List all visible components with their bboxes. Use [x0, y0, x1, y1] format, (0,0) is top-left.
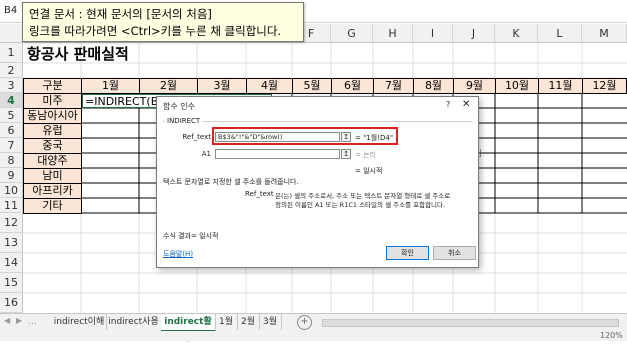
- region-cell[interactable]: 유럽: [23, 123, 82, 139]
- header-cell-month[interactable]: 4월: [246, 78, 293, 94]
- header-cell-month[interactable]: 10월: [495, 78, 539, 94]
- row-header-13[interactable]: 13: [0, 233, 23, 253]
- column-header-l[interactable]: L: [538, 24, 582, 43]
- row-header-16[interactable]: 16: [0, 293, 23, 313]
- header-cell-month[interactable]: 11월: [538, 78, 583, 94]
- header-cell-category[interactable]: 구분: [23, 78, 82, 94]
- tab-indirect-understanding[interactable]: indirect이해: [52, 314, 107, 330]
- header-cell-month[interactable]: 2월: [139, 78, 198, 94]
- column-header-k[interactable]: K: [495, 24, 538, 43]
- row-header-1[interactable]: 1: [0, 43, 23, 63]
- a1-label: A1: [201, 150, 211, 158]
- header-cell-month[interactable]: 6월: [331, 78, 374, 94]
- help-link[interactable]: 도움말(H): [163, 249, 193, 259]
- tab-month-3[interactable]: 3월: [259, 314, 282, 330]
- add-sheet-button[interactable]: +: [297, 315, 312, 330]
- header-cell-month[interactable]: 3월: [197, 78, 247, 94]
- header-cell-month[interactable]: 5월: [292, 78, 332, 94]
- tab-scroll-right-icon[interactable]: ▶: [16, 316, 22, 325]
- row-header-11[interactable]: 11: [0, 198, 23, 213]
- row-header-15[interactable]: 15: [0, 273, 23, 293]
- cancel-button[interactable]: 취소: [433, 246, 476, 260]
- region-cell[interactable]: 남미: [23, 168, 82, 184]
- zoom-level[interactable]: 120%: [600, 331, 623, 340]
- arg-help-line-2: 정의된 이름인 A1 또는 R1C1 스타일의 셀 주소를 포함합니다.: [275, 201, 446, 209]
- header-cell-month[interactable]: 8월: [413, 78, 454, 94]
- region-cell[interactable]: 기타: [23, 198, 82, 214]
- row-header-12[interactable]: 12: [0, 213, 23, 233]
- collapse-dialog-icon[interactable]: ↥: [341, 149, 351, 159]
- column-header-i[interactable]: I: [413, 24, 453, 43]
- group-box-border: [163, 121, 472, 122]
- tab-month-1[interactable]: 1월: [215, 314, 238, 330]
- column-header-h[interactable]: H: [373, 24, 413, 43]
- region-cell[interactable]: 중국: [23, 138, 82, 154]
- help-icon[interactable]: ?: [446, 100, 450, 109]
- header-cell-month[interactable]: 9월: [453, 78, 496, 94]
- row-header-6[interactable]: 6: [0, 123, 23, 138]
- tab-ellipsis-icon[interactable]: …: [28, 314, 37, 330]
- region-cell[interactable]: 미주: [23, 93, 82, 109]
- tab-scroll-left-icon[interactable]: ◀: [4, 316, 10, 325]
- row-header-8[interactable]: 8: [0, 153, 23, 168]
- header-cell-month[interactable]: 1월: [81, 78, 140, 94]
- ok-button[interactable]: 확인: [386, 246, 429, 260]
- a1-result: = 논리: [355, 151, 376, 159]
- column-header-j[interactable]: J: [453, 24, 495, 43]
- ref-text-label: Ref_text: [182, 133, 211, 141]
- highlight-box: [212, 127, 398, 145]
- arg-help-label: Ref_text: [245, 190, 274, 198]
- select-all-corner[interactable]: [0, 24, 23, 43]
- header-cell-month[interactable]: 7월: [373, 78, 414, 94]
- formula-result: 수식 결과= 일시적: [163, 232, 219, 240]
- dialog-title: 함수 인수: [163, 102, 195, 111]
- close-icon[interactable]: ✕: [462, 99, 470, 110]
- row-header-2[interactable]: 2: [0, 63, 23, 78]
- tooltip-line-1: 연결 문서 : 현재 문서의 [문서의 처음]: [29, 7, 212, 21]
- function-name: INDIRECT: [165, 117, 203, 125]
- tab-indirect-application[interactable]: indirect활용: [161, 314, 216, 343]
- function-description: 텍스트 문자열로 지정한 셀 주소를 돌려줍니다.: [163, 178, 299, 186]
- sheet-tab-bar: ◀ ▶ … indirect이해 indirect사용 indirect활용 1…: [0, 313, 627, 343]
- sheet-title: 항공사 판매실적: [27, 45, 129, 63]
- function-result: = 일시적: [355, 167, 383, 175]
- row-header-9[interactable]: 9: [0, 168, 23, 183]
- function-arguments-dialog: 함수 인수 ? ✕ INDIRECT Ref_text B$3&"!"&"D"&…: [156, 96, 479, 268]
- hyperlink-tooltip: 연결 문서 : 현재 문서의 [문서의 처음] 링크를 따라가려면 <Ctrl>…: [22, 2, 304, 42]
- region-cell[interactable]: 동남아시아: [23, 108, 82, 124]
- status-bar: 120%: [0, 331, 627, 341]
- tab-month-2[interactable]: 2월: [237, 314, 260, 330]
- a1-input[interactable]: [215, 149, 340, 159]
- column-header-g[interactable]: G: [331, 24, 373, 43]
- row-header-5[interactable]: 5: [0, 108, 23, 123]
- row-header-10[interactable]: 10: [0, 183, 23, 198]
- row-header-14[interactable]: 14: [0, 253, 23, 273]
- row-header-7[interactable]: 7: [0, 138, 23, 153]
- region-cell[interactable]: 아프리카: [23, 183, 82, 199]
- region-cell[interactable]: 대양주: [23, 153, 82, 169]
- tab-indirect-usage[interactable]: indirect사용: [106, 314, 162, 330]
- horizontal-scrollbar[interactable]: [322, 319, 619, 327]
- row-header-4[interactable]: 4: [0, 93, 23, 108]
- header-cell-month[interactable]: 12월: [582, 78, 627, 94]
- row-header-3[interactable]: 3: [0, 78, 23, 93]
- column-header-m[interactable]: M: [582, 24, 627, 43]
- tooltip-line-2: 링크를 따라가려면 <Ctrl>키를 누른 채 클릭합니다.: [29, 24, 282, 38]
